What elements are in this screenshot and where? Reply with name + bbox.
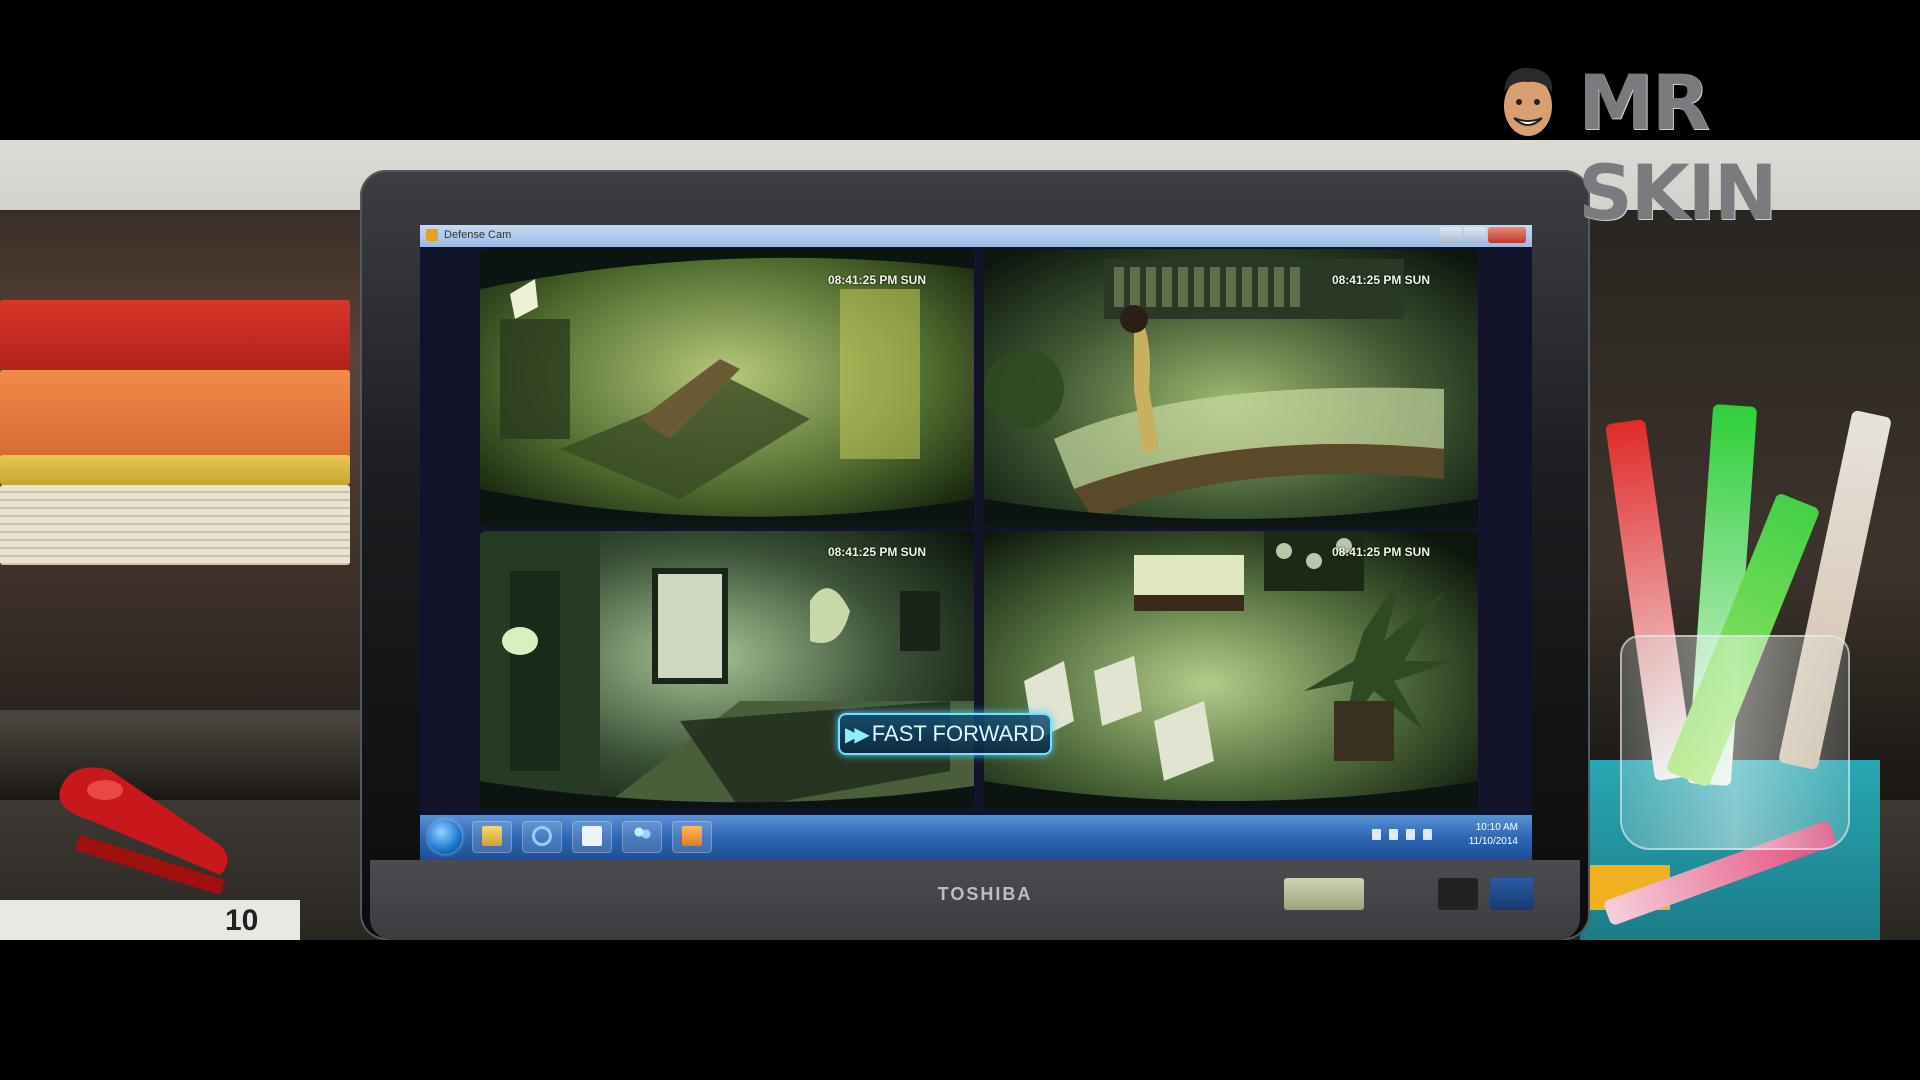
taskbar-explorer[interactable] (472, 821, 512, 853)
window-icon (582, 826, 602, 846)
taskbar-contacts[interactable] (622, 821, 662, 853)
action-center-icon[interactable] (1406, 829, 1415, 840)
yellow-folder (0, 455, 350, 485)
calendar-day: 10 (225, 904, 259, 937)
camera-timestamp: 08:41:25 PM SUN (827, 273, 926, 287)
watermark-text: MR SKIN (1578, 58, 1778, 237)
energy-sticker (1284, 878, 1364, 910)
taskbar-internet-explorer[interactable] (522, 821, 562, 853)
glass-jar (1620, 635, 1850, 850)
camera-feed-4[interactable]: 08:41:25 PM SUN (984, 531, 1478, 809)
taskbar: 10:10 AM 11/10/2014 (420, 815, 1532, 860)
maximize-button[interactable] (1464, 227, 1486, 243)
fast-forward-icon: ▶▶ (845, 722, 870, 746)
volume-icon[interactable] (1423, 829, 1432, 840)
monitor-screen: Defense Cam 08:41:25 PM SUN 08:41:25 PM … (420, 225, 1532, 860)
paper-stack (0, 485, 350, 565)
intel-sticker (1490, 878, 1534, 910)
taskbar-clock[interactable]: 10:10 AM 11/10/2014 (1469, 821, 1518, 849)
app-icon (426, 229, 438, 241)
camera-timestamp: 08:41:25 PM SUN (827, 545, 926, 559)
minimize-button[interactable] (1440, 227, 1462, 243)
tray-arrow-icon[interactable] (1372, 829, 1381, 840)
taskbar-media-player[interactable] (672, 821, 712, 853)
camera-feed-1[interactable]: 08:41:25 PM SUN (480, 249, 974, 527)
clock-date: 11/10/2014 (1468, 836, 1518, 847)
fast-forward-label: FAST FORWARD (871, 721, 1045, 746)
camera-image-3 (480, 531, 974, 809)
camera-feed-3[interactable]: 08:41:25 PM SUN (480, 531, 974, 809)
camera-timestamp: 08:41:25 PM SUN (1331, 273, 1430, 287)
contacts-icon (632, 826, 652, 846)
camera-timestamp: 08:41:25 PM SUN (1331, 545, 1430, 559)
window-controls (1440, 227, 1526, 243)
camera-image-1 (480, 249, 974, 527)
camera-feed-2[interactable]: 08:41:25 PM SUN (984, 249, 1478, 527)
media-player-icon (682, 826, 702, 846)
watermark-logo: MR SKIN (1496, 58, 1866, 237)
explorer-icon (482, 826, 502, 846)
window-title: Defense Cam (444, 229, 512, 241)
network-icon[interactable] (1389, 829, 1398, 840)
monitor-brand: TOSHIBA (937, 884, 1033, 904)
red-stapler (59, 767, 228, 895)
video-frame: 10 TOSHIBA Defense Cam 08:41:25 PM SUN 0… (0, 0, 1920, 1080)
fast-forward-indicator: ▶▶ FAST FORWARD (838, 713, 1052, 755)
windows-sticker (1438, 878, 1478, 910)
red-folder (0, 300, 350, 370)
mascot-face-icon (1504, 67, 1553, 136)
camera-image-2 (984, 249, 1478, 527)
system-tray[interactable] (1372, 829, 1442, 843)
orange-folder (0, 370, 350, 460)
clock-time: 10:10 AM (1475, 822, 1518, 833)
start-button[interactable] (428, 820, 462, 854)
taskbar-window[interactable] (572, 821, 612, 853)
close-button[interactable] (1488, 227, 1526, 243)
window-titlebar[interactable]: Defense Cam (420, 225, 1532, 247)
internet-explorer-icon (532, 826, 552, 846)
camera-image-4 (984, 531, 1478, 809)
